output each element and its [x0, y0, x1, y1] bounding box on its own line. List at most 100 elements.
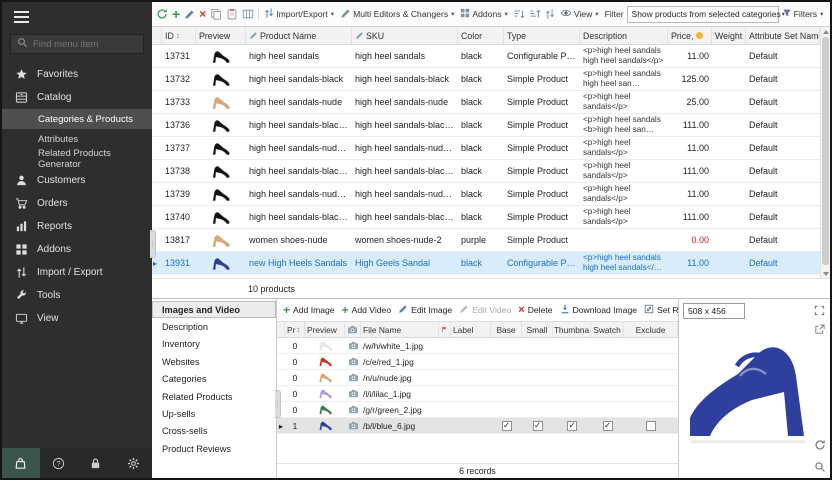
refresh-button[interactable]	[154, 7, 170, 21]
add-image-button[interactable]: +Add Image	[283, 305, 335, 315]
category-filter-select[interactable]: Show products from selected categories▾	[627, 6, 779, 23]
sidebar-item-customers[interactable]: Customers	[2, 169, 152, 192]
column-header-preview[interactable]: Preview	[196, 27, 246, 44]
column-header-color[interactable]: Color	[458, 27, 504, 44]
edit-image-button[interactable]: Edit Image	[398, 304, 452, 316]
column-header-weight[interactable]: Weight	[712, 27, 746, 44]
exclude-checkbox[interactable]	[646, 421, 656, 431]
column-header-swatch[interactable]: Swatch	[591, 322, 624, 337]
column-header-camera[interactable]	[345, 322, 361, 337]
rotate-icon[interactable]	[812, 437, 827, 452]
add-video-button[interactable]: +Add Video	[342, 305, 392, 315]
column-header-label[interactable]: Label	[451, 322, 491, 337]
columns-button[interactable]	[240, 7, 256, 21]
scrollbar-thumb[interactable]	[822, 37, 829, 265]
sidebar-item-addons[interactable]: Addons	[2, 238, 152, 261]
edit-video-button[interactable]: Edit Video	[459, 304, 511, 316]
import-export-menu[interactable]: Import/Export▾	[261, 6, 337, 22]
delete-image-button[interactable]: ×Delete	[518, 305, 552, 315]
column-header-price[interactable]: Price,	[668, 27, 712, 44]
product-row-13817[interactable]: 13817women shoes-nudewomen shoes-nude-2p…	[152, 229, 820, 252]
scroll-down-arrow[interactable]	[821, 269, 830, 278]
product-row-13736[interactable]: 13736high heel sandals-black-36high heel…	[152, 114, 820, 137]
sidebar-item-catalog[interactable]: Catalog	[2, 86, 152, 109]
grid-scrollbar[interactable]	[820, 27, 830, 278]
filters-menu[interactable]: Filters▾	[779, 7, 827, 21]
tab-websites[interactable]: Websites	[152, 353, 276, 370]
tabs-splitter-handle[interactable]: ⋮	[275, 390, 281, 418]
column-header-id[interactable]: ID↕	[162, 27, 196, 44]
column-header-base[interactable]: Base	[491, 322, 522, 337]
tab-categories[interactable]: Categories	[152, 371, 276, 388]
multi-editors-menu[interactable]: Multi Editors & Changers▾	[337, 7, 457, 22]
swatch-checkbox[interactable]: ✓	[603, 421, 613, 431]
image-row-b-l-blue-6-jpg[interactable]: ▸1/b/l/blue_6.jpg✓✓✓✓	[277, 418, 678, 434]
column-header-sku[interactable]: SKU	[352, 27, 458, 44]
column-header-product-name[interactable]: Product Name	[246, 27, 352, 44]
tab-related-products[interactable]: Related Products	[152, 388, 276, 405]
paste-button[interactable]	[224, 7, 240, 21]
small-checkbox[interactable]: ✓	[533, 421, 543, 431]
tab-description[interactable]: Description	[152, 318, 276, 335]
product-row-13732[interactable]: 13732high heel sandals-blackhigh heel sa…	[152, 68, 820, 91]
thumbnail-checkbox[interactable]: ✓	[567, 421, 577, 431]
column-header-description[interactable]: Description	[580, 27, 668, 44]
column-header-file-name[interactable]: File Name	[361, 322, 439, 337]
column-header-attribute-set[interactable]: Attribute Set Name	[746, 27, 820, 44]
column-header-thumbnail[interactable]: Thumbna	[553, 322, 591, 337]
column-header-type[interactable]: Type	[504, 27, 580, 44]
scroll-up-arrow[interactable]	[821, 27, 830, 36]
tab-cross-sells[interactable]: Cross-sells	[152, 423, 276, 440]
external-link-icon[interactable]	[812, 322, 827, 337]
gear-icon[interactable]	[115, 448, 153, 478]
tab-images-and-video[interactable]: Images and Video	[152, 301, 276, 318]
column-header-exclude[interactable]: Exclude	[624, 322, 678, 337]
image-row-l-i-lilac-1-jpg[interactable]: 0/l/i/lilac_1.jpg	[277, 386, 678, 402]
delete-product-button[interactable]: ×	[197, 8, 208, 20]
reorder-icon[interactable]	[543, 7, 557, 21]
product-row-13738[interactable]: 13738high heel sandals-black-37high heel…	[152, 160, 820, 183]
edit-product-button[interactable]	[182, 8, 197, 21]
product-row-13739[interactable]: 13739high heel sandals-nude-37high heel …	[152, 183, 820, 206]
image-row-c-e-red-1-jpg[interactable]: 0/c/e/red_1.jpg	[277, 354, 678, 370]
column-header-small[interactable]: Small	[522, 322, 553, 337]
product-row-13931[interactable]: ▸13931new High Heels SandalsHigh Geels S…	[152, 252, 820, 275]
sidebar-item-orders[interactable]: Orders	[2, 192, 152, 215]
sidebar-splitter-handle[interactable]: ⋮	[150, 230, 156, 258]
search-input[interactable]	[33, 39, 137, 50]
sidebar-item-favorites[interactable]: Favorites	[2, 63, 152, 86]
product-row-13733[interactable]: 13733high heel sandals-nudehigh heel san…	[152, 91, 820, 114]
set-resize-rule-button[interactable]: Set Resize Rule	[644, 304, 678, 316]
view-menu[interactable]: View▾	[557, 7, 602, 21]
store-icon[interactable]	[2, 448, 40, 478]
tab-inventory[interactable]: Inventory	[152, 336, 276, 353]
lock-icon[interactable]	[77, 448, 115, 478]
column-header-flag[interactable]	[439, 322, 451, 337]
add-product-button[interactable]: +	[170, 8, 182, 20]
menu-icon[interactable]	[2, 2, 152, 31]
tab-up-sells[interactable]: Up-sells	[152, 405, 276, 422]
column-header-preview[interactable]: Preview	[305, 322, 345, 337]
sidebar-search[interactable]	[10, 34, 144, 54]
download-image-button[interactable]: Download Image	[560, 304, 638, 316]
base-checkbox[interactable]: ✓	[502, 421, 512, 431]
sidebar-item-tools[interactable]: Tools	[2, 284, 152, 307]
image-row-w-h-white-1-jpg[interactable]: 0/w/h/white_1.jpg	[277, 338, 678, 354]
zoom-icon[interactable]	[812, 459, 827, 474]
sidebar-item-attributes[interactable]: Attributes	[2, 129, 152, 149]
help-icon[interactable]: ?	[40, 448, 78, 478]
fullscreen-icon[interactable]	[812, 303, 827, 318]
image-row-n-u-nude-jpg[interactable]: 0/n/u/nude.jpg	[277, 370, 678, 386]
image-row-g-r-green-2-jpg[interactable]: 0/g/r/green_2.jpg	[277, 402, 678, 418]
sidebar-item-reports[interactable]: Reports	[2, 215, 152, 238]
product-row-13731[interactable]: 13731high heel sandalshigh heel sandalsb…	[152, 45, 820, 68]
product-row-13740[interactable]: 13740high heel sandals-black-38high heel…	[152, 206, 820, 229]
sort-asc-icon[interactable]	[511, 7, 527, 21]
product-row-13737[interactable]: 13737high heel sandals-nude-36high heel …	[152, 137, 820, 160]
sidebar-item-categories-products[interactable]: Categories & Products	[2, 109, 152, 129]
addons-menu[interactable]: Addons▾	[457, 7, 510, 21]
sidebar-item-related-products-generator[interactable]: Related Products Generator	[2, 149, 152, 169]
tab-product-reviews[interactable]: Product Reviews	[152, 440, 276, 457]
copy-button[interactable]	[208, 7, 224, 21]
resize-dimensions-input[interactable]	[683, 303, 745, 319]
